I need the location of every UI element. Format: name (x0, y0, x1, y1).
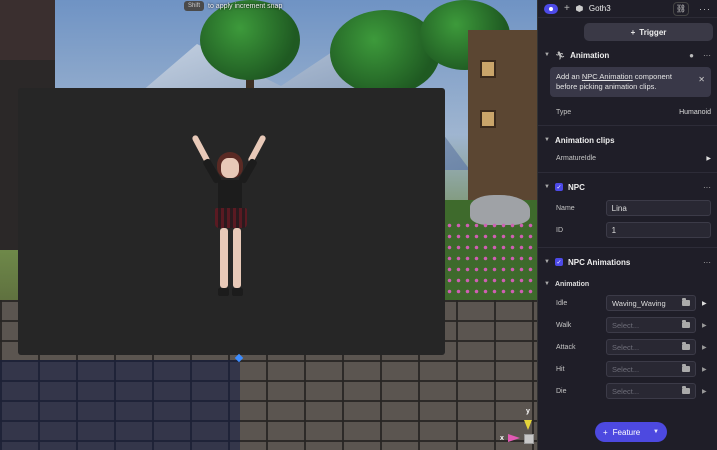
add-feature-button[interactable]: + Feature ▼ (595, 422, 667, 442)
animation-section-title: Animation (570, 50, 610, 60)
play-icon[interactable]: ▶ (702, 388, 707, 395)
folder-icon[interactable] (682, 364, 690, 372)
anim-row-idle: Idle Waving_Waving ▶ (538, 292, 717, 314)
idle-clip-select[interactable]: Waving_Waving (606, 295, 696, 311)
anim-label: Die (556, 387, 567, 395)
add-trigger-button[interactable]: + Trigger (584, 23, 713, 41)
gizmo-center-cube[interactable] (524, 434, 534, 444)
play-icon[interactable]: ▶ (706, 155, 711, 162)
toggle-icon[interactable] (544, 3, 558, 14)
npc-animations-title: NPC Animations (567, 257, 631, 267)
gizmo-x-label: x (500, 435, 504, 442)
folder-icon[interactable] (682, 386, 690, 394)
hit-clip-select[interactable]: Select... (606, 361, 696, 377)
inspector-panel: + Goth3 ⛓ ··· + Trigger ▼ 🏃︎ Animation ●… (537, 0, 717, 450)
npc-name-input[interactable]: Lina (605, 200, 711, 216)
plus-icon[interactable]: + (564, 3, 570, 14)
folder-icon[interactable] (682, 298, 690, 306)
chevron-down-icon[interactable]: ▼ (544, 281, 550, 287)
npc-animations-header[interactable]: ▼ ✓ NPC Animations ··· (538, 252, 717, 272)
npc-section-header[interactable]: ▼ ✓ NPC ··· (538, 177, 717, 197)
gizmo-y-label: y (526, 408, 530, 415)
axis-gizmo[interactable]: y x (498, 406, 536, 450)
more-options-icon[interactable]: ··· (703, 51, 711, 60)
inspector-header: + Goth3 ⛓ ··· (538, 0, 717, 18)
anim-label: Walk (556, 321, 572, 329)
anim-label: Hit (556, 365, 565, 373)
type-value[interactable]: Humanoid (679, 109, 711, 116)
attack-clip-select[interactable]: Select... (606, 339, 696, 355)
folder-icon[interactable] (682, 342, 690, 350)
more-options-icon[interactable]: ··· (703, 258, 711, 267)
tree (200, 0, 300, 80)
more-options-icon[interactable]: ··· (699, 4, 711, 14)
animation-clips-title: Animation clips (554, 135, 615, 145)
chevron-down-icon[interactable]: ▼ (544, 137, 550, 143)
ground-shadow (0, 360, 240, 450)
animation-section-header[interactable]: ▼ 🏃︎ Animation ● ··· (538, 45, 717, 65)
npc-animation-link[interactable]: NPC Animation (582, 72, 633, 81)
play-icon[interactable]: ▶ (702, 344, 707, 351)
anim-label: Attack (556, 343, 576, 351)
npc-id-input[interactable]: 1 (605, 222, 711, 238)
gizmo-y-axis[interactable] (524, 420, 532, 430)
play-icon[interactable]: ▶ (702, 366, 707, 373)
npc-animations-enabled-checkbox[interactable]: ✓ (554, 258, 563, 266)
type-row: Type Humanoid (538, 101, 717, 123)
folder-icon[interactable] (682, 320, 690, 328)
npc-section-title: NPC (567, 182, 585, 192)
gizmo-x-axis[interactable] (508, 434, 520, 442)
play-icon[interactable]: ▶ (702, 322, 707, 329)
plus-icon: + (603, 427, 608, 437)
close-icon[interactable]: ✕ (698, 75, 705, 85)
chevron-down-icon[interactable]: ▼ (544, 184, 550, 190)
npc-id-row: ID 1 (538, 219, 717, 241)
snap-hint-text: to apply increment snap (208, 2, 283, 10)
snap-hint: Shift to apply increment snap (184, 1, 282, 11)
clip-name: ArmatureIdle (556, 154, 597, 162)
walk-clip-select[interactable]: Select... (606, 317, 696, 333)
npc-character[interactable] (190, 130, 270, 305)
more-options-icon[interactable]: ··· (703, 183, 711, 192)
npc-enabled-checkbox[interactable]: ✓ (554, 183, 563, 191)
animation-clips-header[interactable]: ▼ Animation clips (538, 130, 717, 150)
npc-name-row: Name Lina (538, 197, 717, 219)
running-figure-icon: 🏃︎ (554, 50, 566, 60)
entity-title: Goth3 (588, 4, 611, 13)
name-label: Name (556, 204, 575, 212)
anim-row-die: Die Select... ▶ (538, 380, 717, 402)
anim-row-walk: Walk Select... ▶ (538, 314, 717, 336)
animation-subsection-title: Animation (554, 280, 590, 288)
help-icon[interactable]: ● (689, 51, 694, 60)
clip-item[interactable]: ArmatureIdle ▶ (538, 150, 717, 166)
chevron-down-icon[interactable]: ▼ (544, 259, 550, 265)
id-label: ID (556, 226, 563, 234)
anim-label: Idle (556, 299, 568, 307)
shift-key-badge: Shift (184, 1, 205, 11)
entity-cube-icon (575, 5, 583, 12)
chevron-down-icon[interactable]: ▼ (653, 429, 659, 435)
trigger-button-label: Trigger (639, 27, 667, 37)
die-clip-select[interactable]: Select... (606, 383, 696, 399)
animation-subsection-header[interactable]: ▼ Animation (538, 276, 717, 292)
plus-icon: + (630, 27, 636, 37)
play-icon[interactable]: ▶ (702, 300, 707, 307)
anim-row-attack: Attack Select... ▶ (538, 336, 717, 358)
feature-button-label: Feature (612, 427, 641, 437)
npc-animation-notice: Add an NPC Animation component before pi… (550, 67, 711, 97)
anim-row-hit: Hit Select... ▶ (538, 358, 717, 380)
scene-viewport[interactable]: Shift to apply increment snap y x (0, 0, 537, 450)
type-label: Type (556, 108, 572, 116)
link-icon[interactable]: ⛓ (673, 1, 689, 16)
chevron-down-icon[interactable]: ▼ (544, 52, 550, 58)
